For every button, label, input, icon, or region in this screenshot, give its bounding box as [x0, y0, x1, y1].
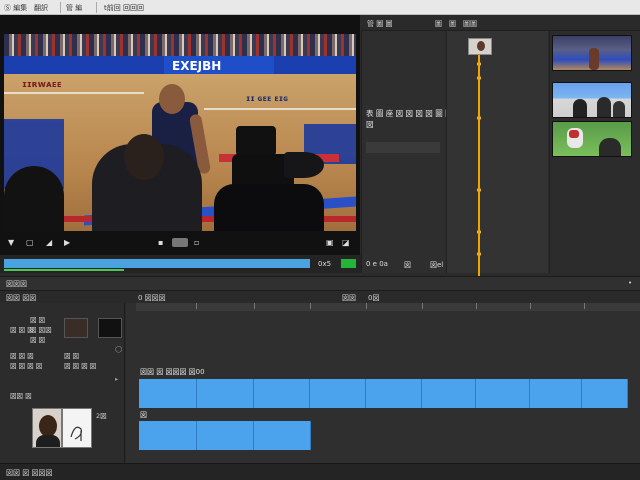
- marker-icon[interactable]: ▪: [158, 238, 163, 247]
- track-control-label: 図 図: [30, 336, 46, 344]
- inspector-header: 管 圖 圖 圖 圖 圖圖: [361, 15, 640, 31]
- signature-scribble: [70, 426, 82, 441]
- track-control-label: 図 図 図 図: [10, 362, 43, 370]
- track-control-label: 図 図 図: [10, 326, 34, 334]
- record-indicator: [341, 259, 356, 268]
- ruler-tick: [310, 303, 311, 309]
- timeline-track-header: 図図 図図: [6, 294, 37, 302]
- timeline-clip[interactable]: [366, 379, 422, 408]
- inspector-tab[interactable]: 圖: [435, 19, 442, 29]
- timeline-header: 図図 図図 0 図図図 図図 0図: [0, 290, 640, 303]
- timeline-ruler[interactable]: [136, 303, 640, 311]
- camera-lens: [284, 152, 324, 178]
- collapse-icon[interactable]: ◯: [115, 345, 122, 353]
- volume-icon[interactable]: ◢: [46, 238, 52, 247]
- play-icon[interactable]: ▼: [8, 238, 14, 247]
- media-thumb-action[interactable]: [552, 121, 632, 157]
- timeline-clip[interactable]: [582, 379, 628, 408]
- settings-icon[interactable]: ▫: [194, 238, 199, 247]
- menu-separator: [60, 2, 61, 13]
- player-head: [159, 84, 185, 114]
- keyframe-column: [446, 31, 548, 273]
- menu-separator: [96, 2, 97, 13]
- chevron-icon[interactable]: ▸: [115, 375, 118, 383]
- timeline-toolbar: 図図図 •: [0, 276, 640, 290]
- media-thumb-arena[interactable]: [552, 35, 632, 71]
- track-color-swatch[interactable]: [64, 318, 88, 338]
- spectator-head: [124, 134, 164, 180]
- menubar: Ⓢ 編集 翻訳 管 編 t前回 回回回: [0, 0, 640, 15]
- menu-item-project[interactable]: t前回 回回回: [104, 3, 144, 13]
- timeline-toolbar-menu[interactable]: •: [628, 279, 632, 287]
- preview-controls: ▼ ▢ ◢ ▶ ▪ ▫ ▣ ◪: [4, 236, 356, 250]
- render-progress-bar[interactable]: [4, 259, 310, 268]
- court-line: [204, 108, 356, 110]
- timecode-display: 0x5: [318, 260, 332, 268]
- status-display: 0 e 0a: [366, 260, 388, 268]
- loop-icon[interactable]: ▢: [26, 238, 34, 247]
- timeline-clip-audio[interactable]: [197, 421, 254, 450]
- timeline-clip[interactable]: [422, 379, 476, 408]
- timeline-position: 0 図図図: [138, 294, 166, 302]
- mode-display[interactable]: 図el: [430, 260, 443, 270]
- timeline-zoom-label[interactable]: 図図: [342, 293, 356, 303]
- expand-icon[interactable]: ◪: [342, 238, 350, 247]
- keyframe-thumbnail[interactable]: [468, 38, 492, 55]
- ruler-tick: [366, 303, 367, 309]
- fps-display[interactable]: 図: [404, 260, 411, 270]
- inspector-tab[interactable]: 圖圖: [463, 19, 477, 29]
- track-label-audio: 図: [140, 411, 147, 419]
- transport-controls: 0x5 0 e 0a 図 図el: [316, 258, 443, 270]
- playhead[interactable]: [478, 55, 480, 297]
- timeline-clip-audio[interactable]: [139, 421, 197, 450]
- track-control-label: 図 図 図 図: [64, 362, 97, 370]
- court-text-right: ɪɪ ɢᴇᴇ ᴇɪɢ: [246, 94, 289, 103]
- timeline-clip[interactable]: [530, 379, 582, 408]
- inspector-tab[interactable]: 圖: [449, 19, 456, 29]
- timeline-clip[interactable]: [139, 379, 197, 408]
- menu-item-file[interactable]: Ⓢ 編集: [4, 3, 27, 13]
- timeline-clip[interactable]: [310, 379, 366, 408]
- ruler-tick: [476, 303, 477, 309]
- foreground-figure: [4, 166, 64, 231]
- timeline-clip[interactable]: [476, 379, 530, 408]
- track-control-label: 図 図: [30, 316, 46, 324]
- track-control-label: 図 図 図: [10, 352, 34, 360]
- ruler-tick: [584, 303, 585, 309]
- track-control-label: 図 図: [64, 352, 80, 360]
- court-line: [4, 92, 144, 94]
- crowd-background: [4, 34, 356, 56]
- timeline-clip[interactable]: [254, 379, 310, 408]
- render-progress-green: [4, 269, 124, 271]
- fullscreen-icon[interactable]: ▣: [326, 238, 334, 247]
- timeline-zoom-value[interactable]: 0図: [368, 293, 379, 303]
- video-preview[interactable]: EXEJBH ɪɪʀᴡᴀᴇᴇ ɪɪ ɢᴇᴇ ᴇɪɢ: [4, 34, 356, 231]
- menu-item-edit[interactable]: 翻訳: [34, 3, 48, 13]
- camera-operator: [214, 184, 324, 231]
- ruler-tick: [196, 303, 197, 309]
- timeline-clip[interactable]: [197, 379, 254, 408]
- scrub-handle[interactable]: [172, 238, 188, 247]
- portrait-label: 図図 図: [10, 392, 32, 400]
- timeline-toolbar-label: 図図図: [6, 280, 27, 288]
- skip-back-icon[interactable]: ▶: [64, 238, 70, 247]
- camera-body-top: [236, 126, 276, 156]
- track-label-video: 図図 図 図図図 図00: [140, 368, 205, 376]
- status-bar-text: 図図 図 図図図: [6, 469, 53, 477]
- ruler-tick: [254, 303, 255, 309]
- description-field[interactable]: [366, 142, 440, 153]
- signature-thumbnail[interactable]: [62, 408, 92, 448]
- timeline-clip-audio[interactable]: [254, 421, 311, 450]
- court-text-left: ɪɪʀᴡᴀᴇᴇ: [22, 80, 62, 90]
- ruler-tick: [422, 303, 423, 309]
- media-thumb-crowd[interactable]: [552, 82, 632, 118]
- status-bar: 図図 図 図図図: [0, 463, 640, 480]
- ruler-tick: [530, 303, 531, 309]
- track-color-swatch-dark[interactable]: [98, 318, 122, 338]
- portrait-side-label: 2図: [96, 412, 107, 420]
- banner-text: EXEJBH: [172, 59, 222, 73]
- person-thumbnail[interactable]: [32, 408, 62, 448]
- inspector-title: 管 圖 圖: [367, 20, 393, 28]
- menu-item-view[interactable]: 管 編: [66, 3, 82, 13]
